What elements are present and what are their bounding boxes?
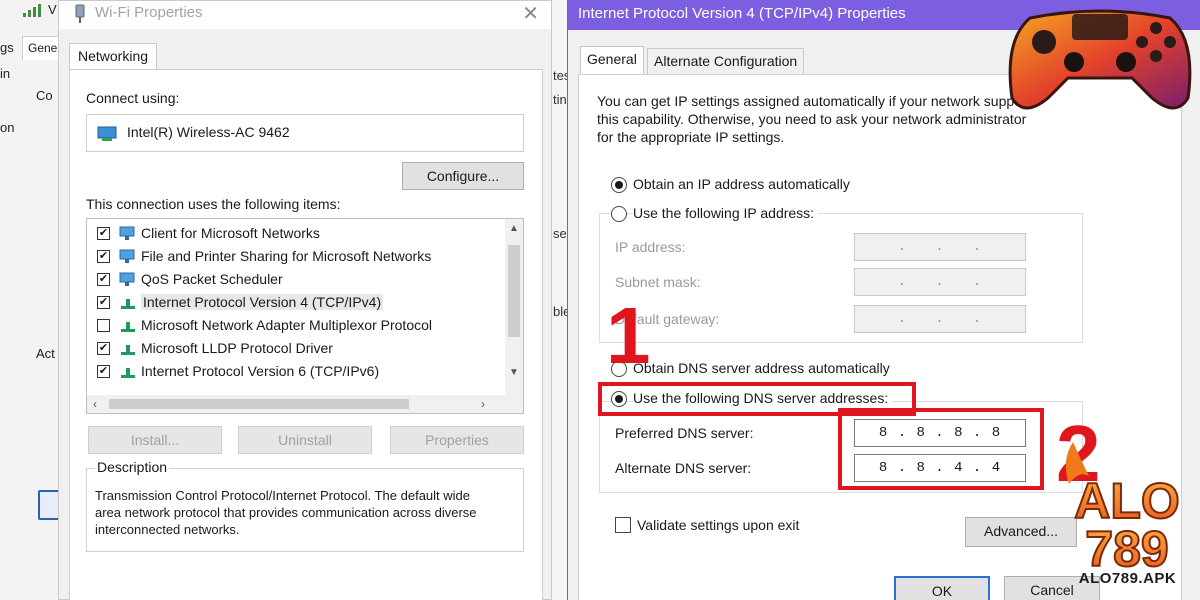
dns-auto-label: Obtain DNS server address automatically — [633, 360, 890, 376]
subnet-mask-field[interactable]: . . . — [854, 268, 1026, 296]
background-title-fragment: V — [48, 2, 57, 17]
vertical-scrollbar[interactable]: ▲ ▼ — [505, 219, 523, 395]
phoenix-logo-icon: ALO 789 — [1065, 442, 1181, 578]
item-label: Client for Microsoft Networks — [141, 225, 320, 241]
tab-alternate-configuration[interactable]: Alternate Configuration — [647, 48, 805, 74]
connect-using-label: Connect using: — [86, 90, 180, 106]
protocol-icon — [121, 368, 135, 378]
signal-icon — [23, 4, 41, 17]
network-client-icon — [119, 272, 135, 286]
list-item[interactable]: ✔ Client for Microsoft Networks — [97, 223, 497, 245]
preferred-dns-label: Preferred DNS server: — [615, 425, 754, 441]
logo-text-789: 789 — [1085, 521, 1168, 570]
scroll-right-icon[interactable]: › — [481, 397, 485, 411]
network-client-icon — [119, 249, 135, 263]
strip-text-2: tin — [553, 92, 567, 107]
wifi-dialog-title: Wi-Fi Properties — [95, 4, 203, 21]
background-text-4: on — [0, 120, 15, 135]
item-checkbox[interactable]: ✔ — [97, 342, 110, 355]
item-checkbox[interactable]: ✔ — [97, 227, 110, 240]
background-text-3: Co — [36, 88, 53, 103]
configure-button[interactable]: Configure... — [402, 162, 524, 190]
ip-manual-radio[interactable] — [611, 206, 627, 222]
ip-address-field[interactable]: . . . — [854, 233, 1026, 261]
description-group: Description Transmission Control Protoco… — [86, 459, 524, 552]
item-label: Microsoft LLDP Protocol Driver — [141, 340, 333, 356]
ip-auto-label: Obtain an IP address automatically — [633, 176, 850, 192]
networking-panel: Connect using: Intel(R) Wireless-AC 9462… — [69, 69, 543, 600]
adapter-name: Intel(R) Wireless-AC 9462 — [127, 124, 290, 140]
game-controller-logo — [1008, 9, 1192, 110]
network-card-icon — [97, 126, 117, 141]
background-tab[interactable]: Gene — [22, 36, 62, 60]
intro-line-1: You can get IP settings assigned automat… — [597, 93, 1038, 109]
item-label: QoS Packet Scheduler — [141, 271, 283, 287]
description-text: Transmission Control Protocol/Internet P… — [95, 488, 477, 537]
item-label: Microsoft Network Adapter Multiplexor Pr… — [141, 317, 432, 333]
item-checkbox[interactable] — [97, 319, 110, 332]
scroll-up-icon[interactable]: ▲ — [509, 223, 519, 234]
item-checkbox[interactable]: ✔ — [97, 250, 110, 263]
background-window: V Gene gs in Co on Act — [0, 0, 62, 600]
scroll-down-icon[interactable]: ▼ — [509, 367, 519, 378]
background-text-1: gs — [0, 40, 14, 55]
list-item[interactable]: Microsoft Network Adapter Multiplexor Pr… — [97, 315, 497, 337]
brand-site-text: ALO789.APK — [1078, 570, 1177, 587]
intro-line-2: this capability. Otherwise, you need to … — [597, 111, 1027, 127]
protocol-icon — [121, 322, 135, 332]
uninstall-button[interactable]: Uninstall — [238, 426, 372, 454]
scrollbar-thumb[interactable] — [109, 399, 409, 409]
tab-general[interactable]: General — [580, 46, 644, 74]
step-2-highlight — [838, 408, 1044, 490]
wifi-properties-dialog: Wi-Fi Properties ✕ Networking Connect us… — [58, 0, 552, 600]
ok-button[interactable]: OK — [894, 576, 990, 600]
protocol-icon — [121, 345, 135, 355]
adapter-field: Intel(R) Wireless-AC 9462 — [86, 114, 524, 152]
brand-logo: ALO 789 ALO789.APK — [1055, 440, 1200, 600]
item-label: File and Printer Sharing for Microsoft N… — [141, 248, 432, 264]
validate-checkbox[interactable] — [615, 517, 631, 533]
subnet-mask-label: Subnet mask: — [615, 274, 701, 290]
horizontal-scrollbar[interactable]: ‹ › — [87, 395, 523, 413]
list-item[interactable]: ✔ Internet Protocol Version 4 (TCP/IPv4) — [97, 292, 497, 314]
item-label: Internet Protocol Version 4 (TCP/IPv4) — [141, 294, 384, 310]
shield-icon — [38, 490, 60, 520]
scroll-left-icon[interactable]: ‹ — [93, 397, 97, 411]
scrollbar-thumb[interactable] — [508, 245, 520, 337]
list-item[interactable]: ✔ QoS Packet Scheduler — [97, 269, 497, 291]
validate-label: Validate settings upon exit — [637, 517, 800, 533]
alternate-dns-label: Alternate DNS server: — [615, 460, 752, 476]
protocol-icon — [121, 299, 135, 309]
network-adapter-icon — [75, 4, 85, 23]
ip-manual-label: Use the following IP address: — [633, 205, 819, 221]
install-button[interactable]: Install... — [88, 426, 222, 454]
background-text-2: in — [0, 66, 11, 81]
item-checkbox[interactable]: ✔ — [97, 273, 110, 286]
item-checkbox[interactable]: ✔ — [97, 296, 110, 309]
step-1-number: 1 — [606, 291, 651, 380]
close-button[interactable]: ✕ — [522, 1, 539, 26]
background-strip: tes tin se ble — [550, 0, 570, 600]
ip-address-label: IP address: — [615, 239, 686, 255]
properties-button[interactable]: Properties — [390, 426, 524, 454]
list-item[interactable]: ✔ File and Printer Sharing for Microsoft… — [97, 246, 497, 268]
ip-auto-radio[interactable] — [611, 177, 627, 193]
item-label: Internet Protocol Version 6 (TCP/IPv6) — [141, 363, 380, 379]
intro-line-3: for the appropriate IP settings. — [597, 129, 785, 145]
description-legend: Description — [95, 459, 170, 475]
item-checkbox[interactable]: ✔ — [97, 365, 110, 378]
default-gateway-field[interactable]: . . . — [854, 305, 1026, 333]
strip-text-3: se — [553, 226, 567, 241]
tab-networking[interactable]: Networking — [69, 43, 158, 71]
list-item[interactable]: ✔ Microsoft LLDP Protocol Driver — [97, 338, 497, 360]
list-item[interactable]: ✔ Internet Protocol Version 6 (TCP/IPv6) — [97, 361, 497, 383]
wifi-titlebar: Wi-Fi Properties ✕ — [59, 1, 551, 29]
background-text-5: Act — [36, 346, 55, 361]
ipv4-dialog-title: Internet Protocol Version 4 (TCP/IPv4) P… — [578, 5, 906, 22]
network-client-icon — [119, 226, 135, 240]
connection-items-list[interactable]: ✔ Client for Microsoft Networks ✔ File a… — [86, 218, 524, 414]
items-label: This connection uses the following items… — [86, 196, 341, 212]
